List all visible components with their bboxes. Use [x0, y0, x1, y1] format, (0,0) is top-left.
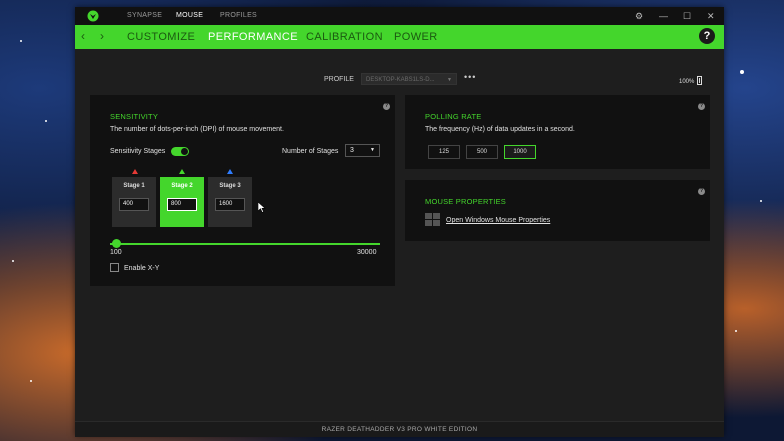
polling-rate-title: POLLING RATE [425, 112, 482, 121]
close-icon[interactable]: ✕ [707, 10, 715, 22]
chevron-down-icon: ▼ [370, 147, 375, 153]
star [735, 330, 737, 332]
sensitivity-stages-toggle[interactable] [171, 147, 189, 156]
info-icon[interactable]: ? [383, 103, 390, 110]
stage-name: Stage 3 [219, 183, 241, 189]
stage-dpi-input[interactable]: 1600 [215, 198, 245, 211]
settings-icon[interactable]: ⚙ [635, 10, 643, 22]
minimize-icon[interactable]: — [659, 10, 668, 22]
number-of-stages-label: Number of Stages [282, 148, 339, 155]
star [740, 70, 744, 74]
sensitivity-stages-label: Sensitivity Stages [110, 148, 166, 155]
stage-3-card[interactable]: Stage 3 1600 [208, 177, 252, 227]
stage-dpi-input[interactable]: 800 [167, 198, 197, 211]
polling-rate-panel: ? POLLING RATE The frequency (Hz) of dat… [405, 95, 710, 169]
mouse-properties-panel: ? MOUSE PROPERTIES Open Windows Mouse Pr… [405, 180, 710, 241]
toggle-knob [181, 148, 188, 155]
windows-logo-icon [425, 213, 441, 227]
maximize-icon[interactable]: ☐ [683, 10, 691, 22]
sensitivity-description: The number of dots-per-inch (DPI) of mou… [110, 126, 284, 133]
star [12, 260, 14, 262]
enable-xy-label: Enable X-Y [124, 265, 160, 272]
star [20, 40, 22, 42]
open-mouse-properties-link[interactable]: Open Windows Mouse Properties [446, 217, 550, 224]
tab-bar: ‹ › CUSTOMIZE PERFORMANCE CALIBRATION PO… [75, 25, 724, 49]
sensitivity-title: SENSITIVITY [110, 112, 159, 121]
stage-1-card[interactable]: Stage 1 400 [112, 177, 156, 227]
app-window: SYNAPSE MOUSE PROFILES ⚙ — ☐ ✕ ‹ › CUSTO… [75, 7, 724, 437]
stage-name: Stage 1 [123, 183, 145, 189]
stage-dpi-input[interactable]: 400 [119, 198, 149, 211]
chevron-down-icon: ▼ [447, 77, 452, 83]
polling-rate-1000-button[interactable]: 1000 [504, 145, 536, 159]
mouse-cursor-icon [258, 202, 266, 213]
star [760, 200, 762, 202]
profile-label: PROFILE [324, 76, 354, 83]
tab-customize[interactable]: CUSTOMIZE [127, 31, 195, 43]
stage3-indicator-icon [227, 169, 233, 174]
star [45, 120, 47, 122]
slider-min-label: 100 [110, 249, 122, 256]
dpi-slider-track[interactable] [110, 243, 380, 245]
enable-xy-checkbox[interactable] [110, 263, 119, 272]
stage1-indicator-icon [132, 169, 138, 174]
stage-name: Stage 2 [171, 183, 193, 189]
star [30, 380, 32, 382]
stage2-indicator-icon [179, 169, 185, 174]
topnav-synapse[interactable]: SYNAPSE [127, 12, 162, 19]
dpi-slider-thumb[interactable] [111, 239, 121, 248]
info-icon[interactable]: ? [698, 188, 705, 195]
mouse-properties-title: MOUSE PROPERTIES [425, 197, 506, 206]
main-content: PROFILE DESKTOP-KABS1LS-D... ▼ ••• 100% … [75, 49, 724, 421]
topnav-mouse[interactable]: MOUSE [176, 12, 203, 19]
info-icon[interactable]: ? [698, 103, 705, 110]
tab-calibration[interactable]: CALIBRATION [306, 31, 383, 43]
sensitivity-panel: ? SENSITIVITY The number of dots-per-inc… [90, 95, 395, 286]
profile-dropdown[interactable]: DESKTOP-KABS1LS-D... ▼ [361, 73, 457, 85]
slider-max-label: 30000 [357, 249, 377, 256]
razer-logo-icon [87, 10, 99, 22]
topnav-profiles[interactable]: PROFILES [220, 12, 257, 19]
battery-percent: 100% [679, 79, 695, 85]
number-of-stages-value: 3 [350, 147, 354, 154]
device-name-footer: RAZER DEATHADDER V3 PRO WHITE EDITION [75, 421, 724, 437]
polling-rate-500-button[interactable]: 500 [466, 145, 498, 159]
help-icon[interactable]: ? [699, 28, 715, 44]
battery-icon [697, 76, 702, 85]
tab-performance[interactable]: PERFORMANCE [208, 31, 298, 43]
polling-rate-description: The frequency (Hz) of data updates in a … [425, 126, 575, 133]
title-bar: SYNAPSE MOUSE PROFILES ⚙ — ☐ ✕ [75, 7, 724, 25]
back-arrow-icon[interactable]: ‹ [81, 29, 85, 43]
more-options-icon[interactable]: ••• [464, 72, 476, 82]
profile-value: DESKTOP-KABS1LS-D... [366, 77, 435, 83]
polling-rate-125-button[interactable]: 125 [428, 145, 460, 159]
tab-power[interactable]: POWER [394, 31, 438, 43]
stage-2-card[interactable]: Stage 2 800 [160, 177, 204, 227]
number-of-stages-dropdown[interactable]: 3 ▼ [345, 144, 380, 157]
forward-arrow-icon[interactable]: › [100, 29, 104, 43]
